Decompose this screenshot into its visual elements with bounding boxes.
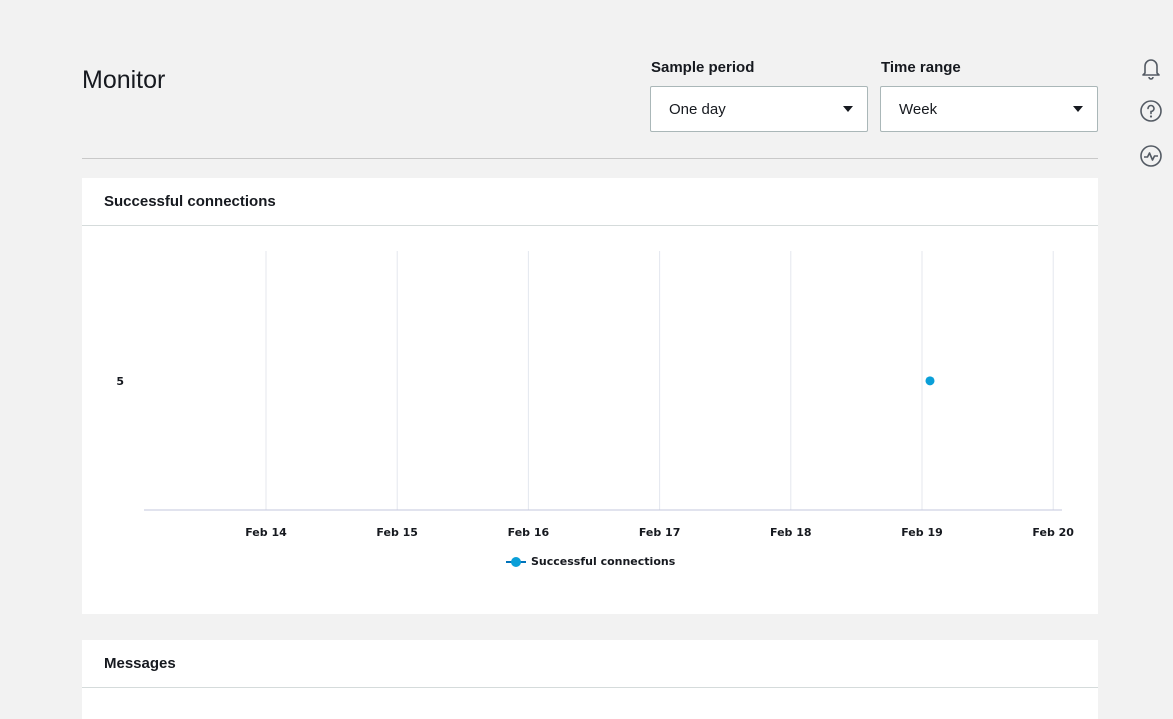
bell-icon[interactable] (1138, 56, 1164, 82)
messages-panel: Messages (82, 640, 1098, 719)
activity-icon[interactable] (1138, 143, 1164, 169)
header-divider (82, 158, 1098, 159)
monitor-page: Monitor Sample period One day Time range… (0, 0, 1173, 719)
data-point (925, 376, 935, 386)
chart-legend[interactable]: Successful connections (506, 555, 675, 568)
sample-period-select[interactable]: One day (650, 86, 868, 132)
x-tick-label: Feb 14 (245, 526, 287, 539)
help-icon[interactable] (1138, 98, 1164, 124)
sample-period-value: One day (669, 100, 726, 118)
x-tick-label: Feb 19 (901, 526, 943, 539)
legend-marker (506, 556, 526, 567)
time-range-select[interactable]: Week (880, 86, 1098, 132)
x-tick-label: Feb 17 (639, 526, 681, 539)
messages-panel-title: Messages (104, 655, 176, 672)
x-tick-label: Feb 20 (1032, 526, 1074, 539)
legend-label: Successful connections (531, 555, 676, 568)
connections-panel-header: Successful connections (82, 178, 1098, 226)
x-tick-label: Feb 16 (508, 526, 550, 539)
chevron-down-icon (1073, 106, 1083, 112)
sample-period-label: Sample period (651, 59, 755, 76)
connections-panel: Successful connections Feb 14 Feb 15 Feb 1… (82, 178, 1098, 614)
x-tick-label: Feb 15 (376, 526, 418, 539)
y-tick-label: 5 (116, 375, 124, 388)
connections-panel-title: Successful connections (104, 193, 276, 210)
x-tick-label: Feb 18 (770, 526, 812, 539)
chevron-down-icon (843, 106, 853, 112)
time-range-label: Time range (881, 59, 961, 76)
messages-panel-header: Messages (82, 640, 1098, 688)
time-range-value: Week (899, 100, 938, 118)
page-title: Monitor (82, 66, 166, 94)
